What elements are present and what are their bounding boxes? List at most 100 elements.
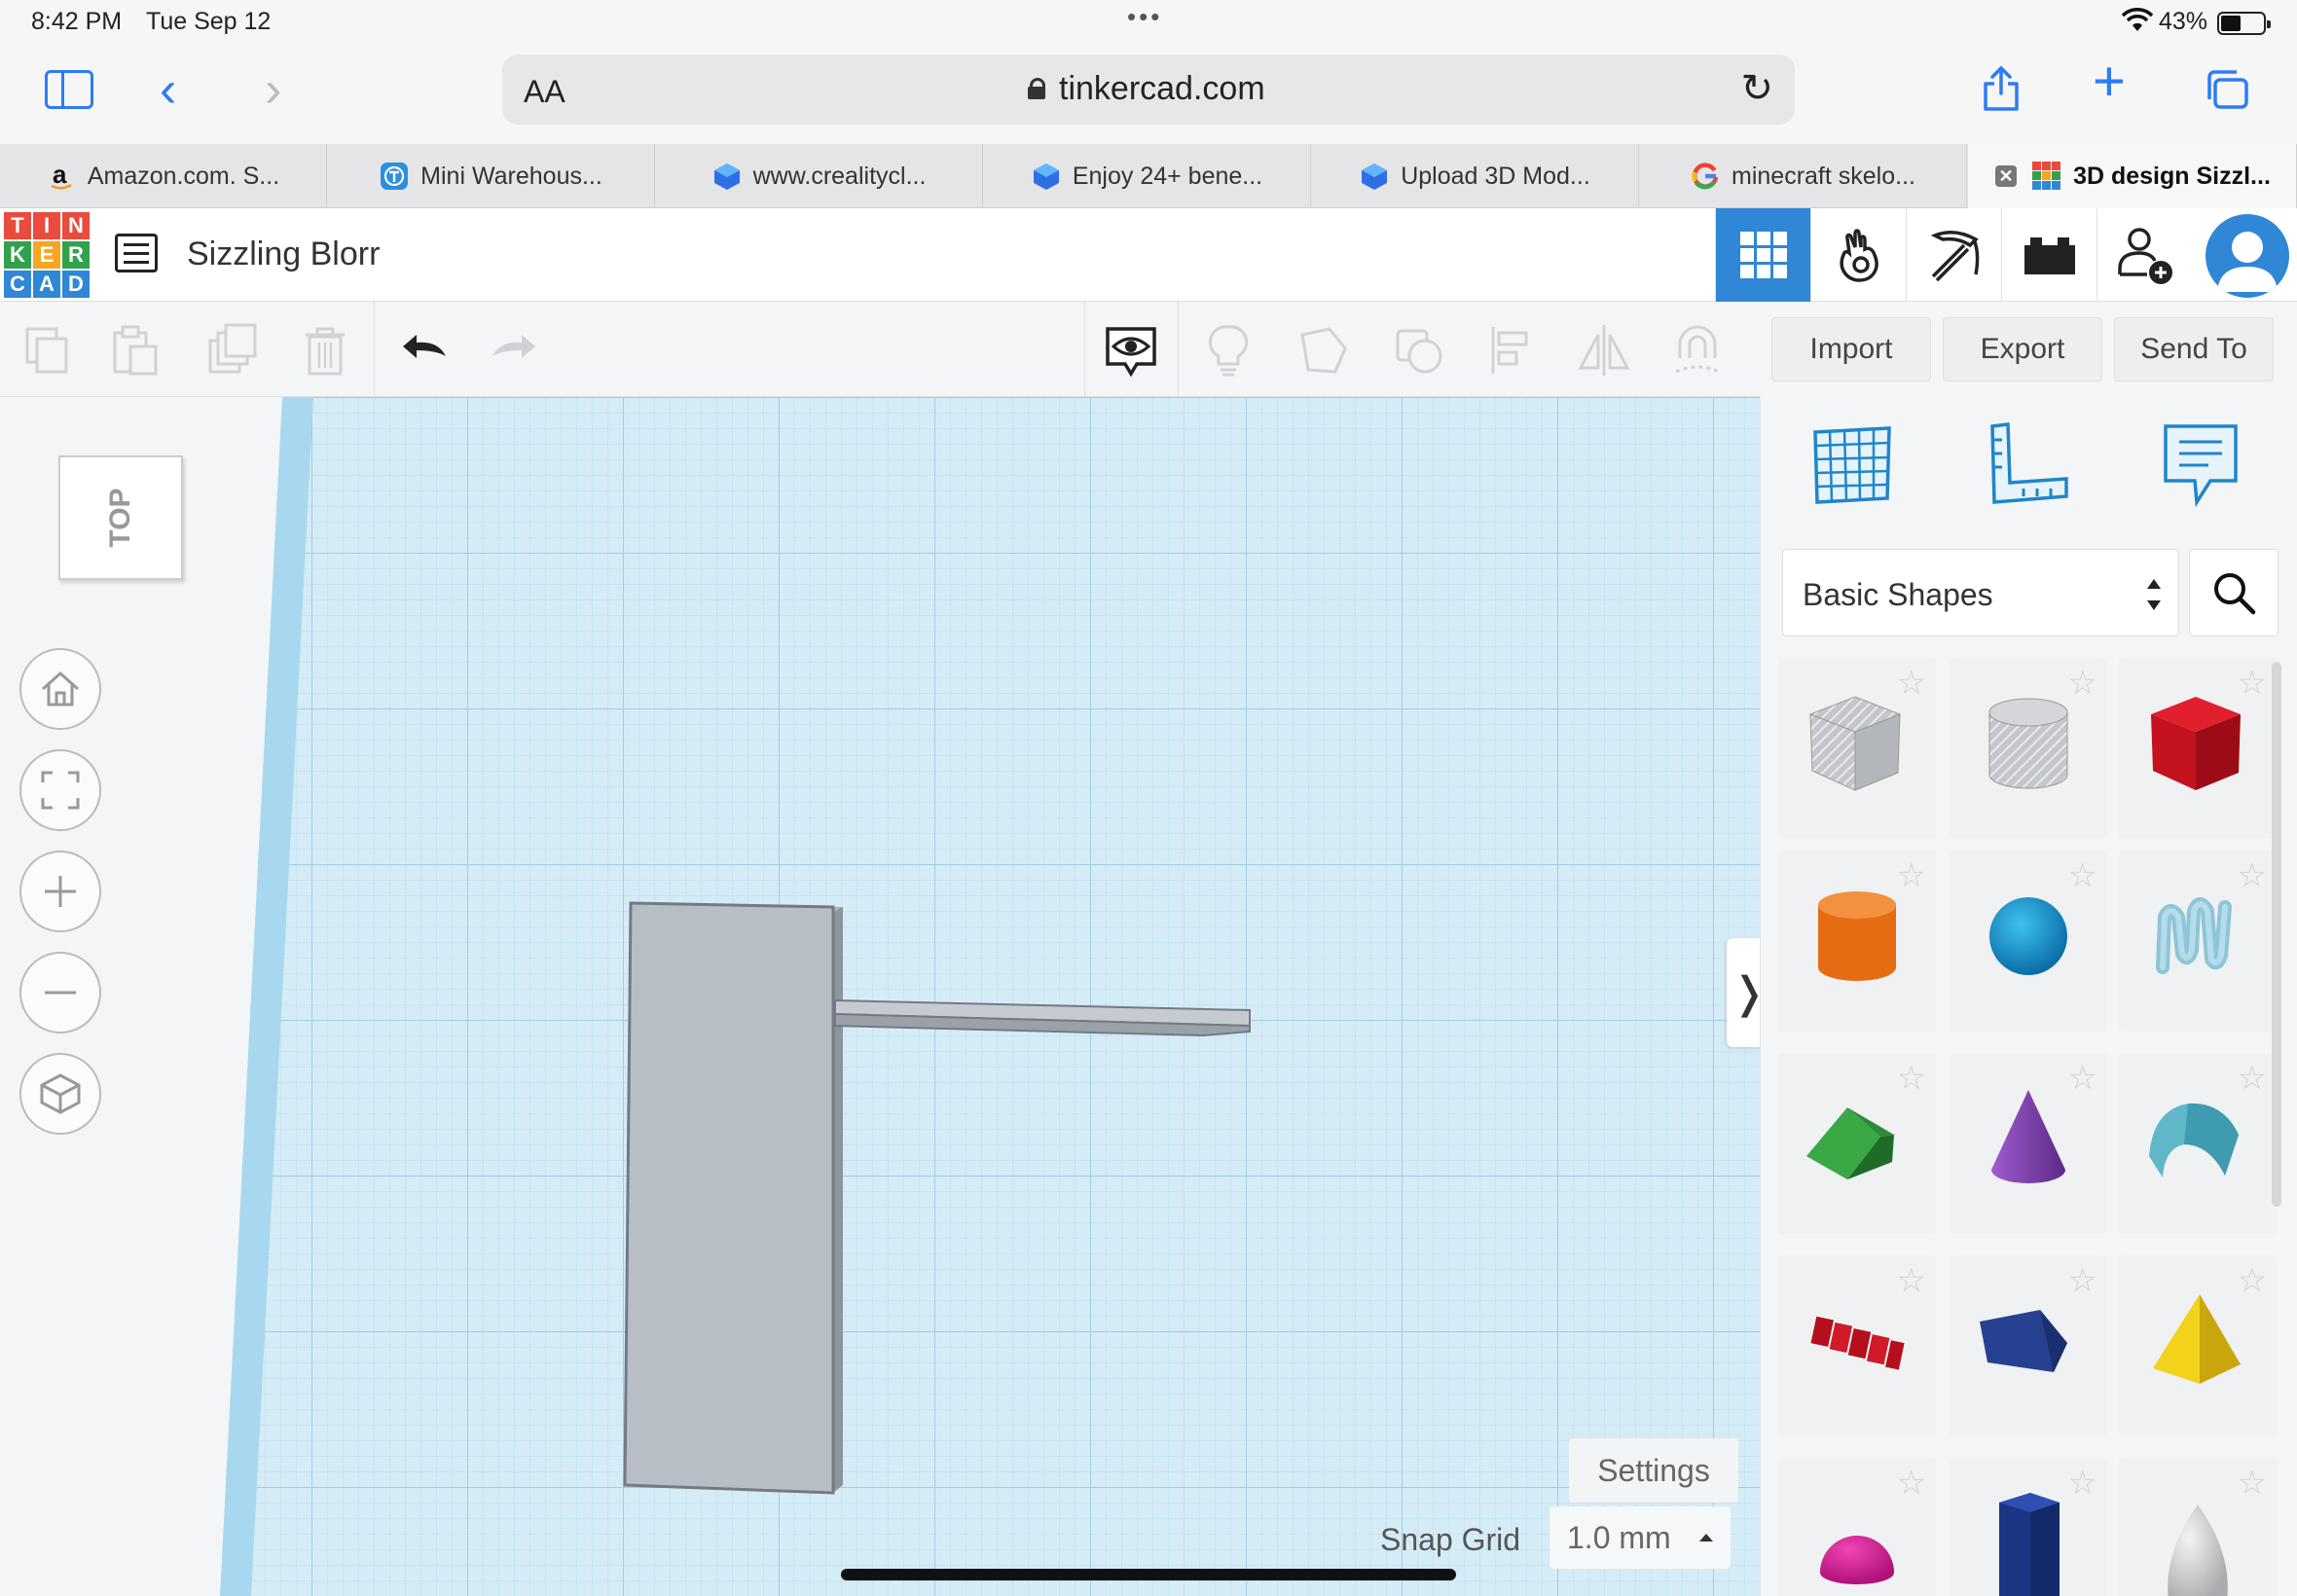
sidebar-toggle-icon[interactable] <box>45 70 93 109</box>
snap-grid-label: Snap Grid <box>1380 1522 1521 1557</box>
creality-icon <box>1033 163 1059 190</box>
tab-upload-3d-model[interactable]: Upload 3D Mod... <box>1312 144 1639 208</box>
shape-cone[interactable]: ☆ <box>1950 1053 2107 1234</box>
shape-cylinder[interactable]: ☆ <box>1778 851 1936 1032</box>
paste-icon[interactable] <box>109 323 164 378</box>
reload-icon[interactable]: ↻ <box>1740 66 1773 111</box>
forward-icon[interactable]: › <box>265 64 281 115</box>
show-all-lightbulb-icon[interactable] <box>1201 323 1256 378</box>
3d-design-button[interactable] <box>1715 208 1810 302</box>
delete-icon[interactable] <box>298 323 352 378</box>
notes-eye-icon[interactable] <box>1104 323 1158 378</box>
polygon-icon <box>1999 1493 2060 1596</box>
half-sphere-icon <box>1820 1536 1894 1584</box>
workplane-tool-icon[interactable] <box>1805 418 1899 512</box>
group-icon[interactable] <box>1296 323 1351 378</box>
zoom-in-button[interactable] <box>19 851 101 932</box>
shape-scribble[interactable]: ☆ <box>2119 851 2277 1032</box>
status-date: Tue Sep 12 <box>146 8 272 35</box>
fit-view-button[interactable] <box>19 749 101 831</box>
creality-icon <box>1362 163 1388 190</box>
tab-overview-icon[interactable] <box>2204 68 2250 111</box>
home-indicator[interactable] <box>841 1569 1456 1580</box>
tab-amazon[interactable]: a Amazon.com. S... <box>0 144 327 208</box>
shape-paraboloid[interactable]: ☆ <box>2119 1458 2277 1596</box>
zoom-in-icon <box>45 876 76 907</box>
share-icon[interactable] <box>1982 64 2021 113</box>
shapes-panel-scrollbar[interactable] <box>2272 662 2281 1207</box>
tab-google-search[interactable]: minecraft skelo... <box>1640 144 1967 208</box>
close-tab-icon[interactable]: ✕ <box>1995 165 2017 187</box>
workplane-grid[interactable] <box>0 397 1760 1596</box>
view-cube[interactable]: TOP <box>58 455 183 580</box>
perspective-toggle-button[interactable] <box>19 1053 101 1135</box>
reader-options-button[interactable]: AA <box>524 74 565 110</box>
cylinder-hole-icon <box>1988 698 2068 789</box>
user-avatar[interactable] <box>2206 214 2289 298</box>
cylinder-icon <box>1818 891 1896 981</box>
tab-tinkercad-design[interactable]: ✕ 3D design Sizzl... <box>1968 144 2297 208</box>
tab-label: Upload 3D Mod... <box>1401 162 1590 190</box>
ruler-tool-icon[interactable] <box>1981 418 2074 512</box>
settings-button[interactable]: Settings <box>1569 1438 1738 1503</box>
shape-box[interactable]: ☆ <box>2119 658 2277 839</box>
zoom-out-button[interactable] <box>19 952 101 1034</box>
shape-roof[interactable]: ☆ <box>1778 1053 1936 1234</box>
shape-text[interactable]: ☆ <box>1778 1255 1936 1436</box>
address-bar[interactable]: AA tinkercad.com ↻ <box>502 54 1795 125</box>
multitasking-dots-icon[interactable]: ••• <box>1127 2 1162 32</box>
mirror-icon[interactable] <box>1577 323 1631 378</box>
cruise-magnet-icon[interactable] <box>1670 323 1725 378</box>
url-text[interactable]: tinkercad.com <box>1059 70 1265 108</box>
workplane-viewport[interactable]: TOP ❭ Settings Snap Grid 1.0 mm <box>0 397 1760 1596</box>
minecraft-button[interactable] <box>1906 208 2001 302</box>
wifi-icon <box>2122 8 2153 31</box>
duplicate-icon[interactable] <box>206 323 261 378</box>
design-list-icon[interactable] <box>115 234 158 272</box>
project-title[interactable]: Sizzling Blorr <box>187 236 380 273</box>
shapes-panel: Basic Shapes ☆ ☆ ☆ ☆ ☆ ☆ ☆ ☆ ☆ ☆ ☆ ☆ ☆ ☆… <box>1760 397 2297 1596</box>
tab-label: Enjoy 24+ bene... <box>1072 162 1263 190</box>
sphere-icon <box>1989 897 2067 975</box>
copy-icon[interactable] <box>21 323 76 378</box>
screen: 8:42 PM Tue Sep 12 ••• 43% ‹ › AA tinker… <box>0 0 2297 1596</box>
paraboloid-icon <box>2168 1505 2228 1596</box>
ungroup-icon[interactable] <box>1392 323 1446 378</box>
home-view-button[interactable] <box>19 648 101 730</box>
tab-creality-cloud[interactable]: www.crealitycl... <box>656 144 983 208</box>
collapse-panel-button[interactable]: ❭ <box>1727 938 1760 1047</box>
codeblocks-button[interactable] <box>1810 208 1906 302</box>
shape-polygon[interactable]: ☆ <box>1950 1458 2107 1596</box>
battery-icon <box>2217 12 2271 35</box>
shape-box-hole[interactable]: ☆ <box>1778 658 1936 839</box>
align-icon[interactable] <box>1485 323 1540 378</box>
shape-pyramid[interactable]: ☆ <box>2119 1255 2277 1436</box>
tinkercad-logo[interactable]: T I N K E R C A D <box>4 212 90 298</box>
export-button[interactable]: Export <box>1943 317 2102 381</box>
shape-category-select[interactable]: Basic Shapes <box>1782 549 2179 636</box>
battery-percentage: 43% <box>2159 8 2208 35</box>
shape-sphere[interactable]: ☆ <box>1950 851 2107 1032</box>
tab-strip: a Amazon.com. S... Mini Warehous... www.… <box>0 144 2297 208</box>
shape-half-sphere[interactable]: ☆ <box>1778 1458 1936 1596</box>
shape-round-roof[interactable]: ☆ <box>2119 1053 2277 1234</box>
shape-cylinder-hole[interactable]: ☆ <box>1950 658 2107 839</box>
round-roof-icon <box>2149 1103 2239 1178</box>
import-button[interactable]: Import <box>1771 317 1931 381</box>
tab-enjoy-benefits[interactable]: Enjoy 24+ bene... <box>984 144 1311 208</box>
shape-search-button[interactable] <box>2189 549 2279 636</box>
shape-wedge[interactable]: ☆ <box>1950 1255 2107 1436</box>
tab-label: www.crealitycl... <box>752 162 927 190</box>
invite-user-button[interactable] <box>2096 208 2192 302</box>
back-icon[interactable]: ‹ <box>160 64 176 115</box>
tab-thingiverse[interactable]: Mini Warehous... <box>328 144 655 208</box>
snap-grid-select[interactable]: 1.0 mm <box>1550 1506 1731 1569</box>
undo-icon[interactable] <box>397 323 452 378</box>
box-icon <box>2151 697 2241 790</box>
new-tab-icon[interactable]: + <box>2093 54 2126 110</box>
send-to-button[interactable]: Send To <box>2114 317 2274 381</box>
lego-bricks-button[interactable] <box>2001 208 2096 302</box>
scribble-icon <box>2156 897 2232 974</box>
notes-tool-icon[interactable] <box>2154 418 2247 512</box>
redo-icon[interactable] <box>487 323 541 378</box>
